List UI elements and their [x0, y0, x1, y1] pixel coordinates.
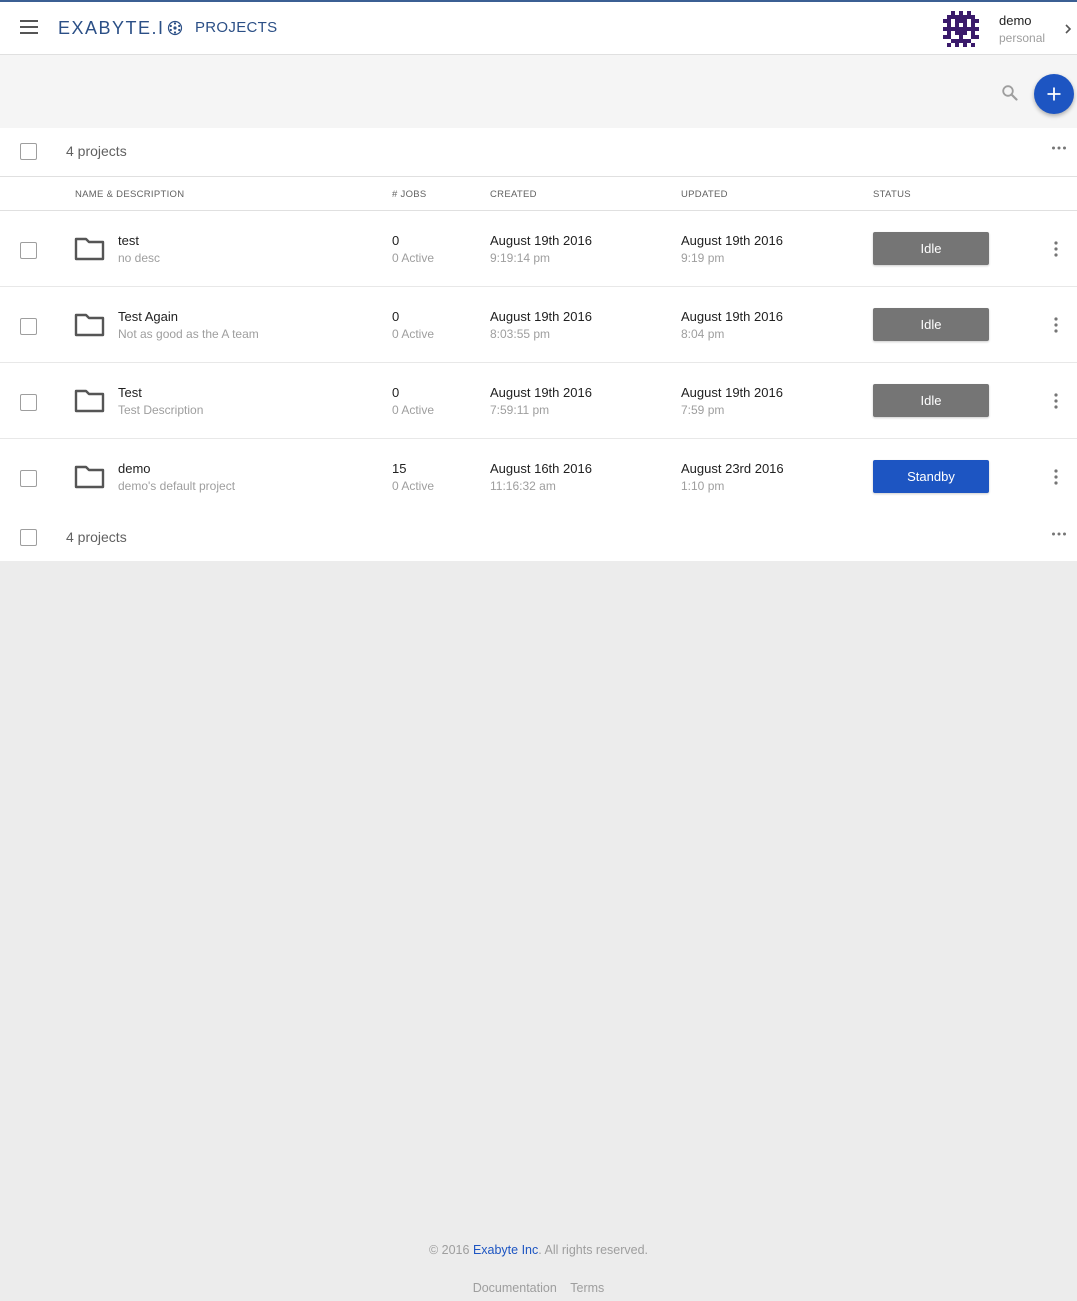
row-checkbox[interactable] [20, 394, 37, 411]
folder-icon [74, 237, 105, 261]
user-avatar[interactable] [943, 11, 979, 47]
top-app-bar: EXABYTE.I PROJECTS demo personal [0, 0, 1077, 55]
created-date: August 19th 2016 [490, 385, 592, 400]
chevron-right-icon[interactable] [1063, 22, 1073, 36]
search-icon[interactable] [1001, 84, 1019, 102]
user-name[interactable]: demo [999, 13, 1032, 28]
user-account-type: personal [999, 31, 1046, 45]
column-header-created[interactable]: CREATED [490, 189, 537, 200]
job-count: 15 [392, 461, 407, 476]
select-all-checkbox-bottom[interactable] [20, 529, 37, 546]
column-header-status[interactable]: STATUS [873, 189, 911, 200]
table-row[interactable]: test no desc 0 0 Active August 19th 2016… [0, 211, 1077, 287]
project-count-bottom: 4 projects [66, 529, 127, 545]
active-job-count: 0 Active [392, 479, 435, 493]
projects-toolbar [0, 55, 1077, 128]
updated-date: August 19th 2016 [681, 309, 783, 324]
project-name[interactable]: Test Again [118, 309, 178, 324]
table-row[interactable]: demo demo's default project 15 0 Active … [0, 439, 1077, 515]
select-all-checkbox-top[interactable] [20, 143, 37, 160]
table-row[interactable]: Test Test Description 0 0 Active August … [0, 363, 1077, 439]
active-job-count: 0 Active [392, 403, 435, 417]
active-job-count: 0 Active [392, 327, 435, 341]
copyright-suffix: . All rights reserved. [538, 1243, 649, 1257]
terms-link[interactable]: Terms [570, 1281, 604, 1295]
job-count: 0 [392, 233, 400, 248]
updated-date: August 23rd 2016 [681, 461, 784, 476]
documentation-link[interactable]: Documentation [473, 1281, 557, 1295]
project-name[interactable]: Test [118, 385, 142, 400]
created-date: August 19th 2016 [490, 233, 592, 248]
project-name[interactable]: demo [118, 461, 151, 476]
job-count: 0 [392, 385, 400, 400]
row-checkbox[interactable] [20, 318, 37, 335]
updated-date: August 19th 2016 [681, 233, 783, 248]
more-horiz-icon[interactable] [1051, 145, 1067, 151]
project-count-top: 4 projects [66, 143, 127, 159]
folder-icon [74, 389, 105, 413]
active-job-count: 0 Active [392, 251, 435, 265]
created-date: August 19th 2016 [490, 309, 592, 324]
status-button[interactable]: Idle [873, 308, 989, 341]
exabyte-logo[interactable]: EXABYTE.I [58, 17, 183, 39]
footer-copyright: © 2016 Exabyte Inc. All rights reserved. [0, 1243, 1077, 1257]
row-checkbox[interactable] [20, 242, 37, 259]
add-project-button[interactable] [1034, 74, 1074, 114]
column-header-updated[interactable]: UPDATED [681, 189, 728, 200]
updated-time: 8:04 pm [681, 327, 725, 341]
status-button[interactable]: Idle [873, 232, 989, 265]
page-title: PROJECTS [195, 19, 278, 36]
column-header-jobs[interactable]: # JOBS [392, 189, 427, 200]
logo-text: EXABYTE.I [58, 17, 165, 38]
more-vert-icon[interactable] [1052, 468, 1060, 486]
created-time: 8:03:55 pm [490, 327, 551, 341]
more-horiz-icon[interactable] [1051, 531, 1067, 537]
created-time: 11:16:32 am [490, 479, 556, 493]
folder-icon [74, 313, 105, 337]
plus-icon [1047, 87, 1061, 101]
table-header: NAME & DESCRIPTION # JOBS CREATED UPDATE… [0, 176, 1077, 211]
project-description: no desc [118, 251, 161, 265]
atom-logo-icon [167, 20, 182, 36]
status-button[interactable]: Idle [873, 384, 989, 417]
updated-time: 9:19 pm [681, 251, 725, 265]
copyright-prefix: © 2016 [428, 1243, 473, 1257]
company-link[interactable]: Exabyte Inc [473, 1243, 538, 1257]
created-time: 7:59:11 pm [490, 403, 550, 417]
created-date: August 16th 2016 [490, 461, 592, 476]
project-description: Not as good as the A team [118, 327, 259, 341]
updated-time: 1:10 pm [681, 479, 725, 493]
updated-date: August 19th 2016 [681, 385, 783, 400]
menu-icon[interactable] [20, 20, 38, 34]
table-row[interactable]: Test Again Not as good as the A team 0 0… [0, 287, 1077, 363]
project-name[interactable]: test [118, 233, 139, 248]
more-vert-icon[interactable] [1052, 392, 1060, 410]
updated-time: 7:59 pm [681, 403, 725, 417]
more-vert-icon[interactable] [1052, 316, 1060, 334]
more-vert-icon[interactable] [1052, 240, 1060, 258]
footer-links: Documentation Terms [0, 1281, 1077, 1295]
created-time: 9:19:14 pm [490, 251, 551, 265]
job-count: 0 [392, 309, 400, 324]
row-checkbox[interactable] [20, 470, 37, 487]
column-header-name[interactable]: NAME & DESCRIPTION [75, 189, 184, 200]
project-description: demo's default project [118, 479, 236, 493]
status-button[interactable]: Standby [873, 460, 989, 493]
project-description: Test Description [118, 403, 204, 417]
folder-icon [74, 465, 105, 489]
